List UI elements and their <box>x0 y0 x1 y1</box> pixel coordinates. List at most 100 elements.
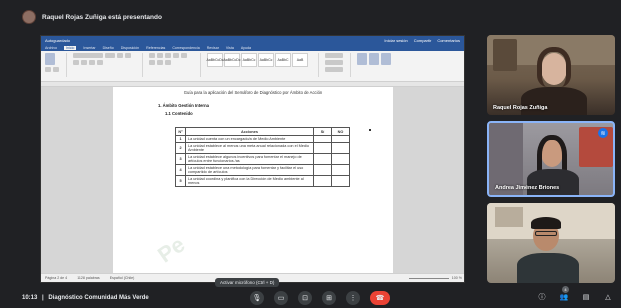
align-right-icon <box>157 60 163 65</box>
participant-body <box>527 169 579 195</box>
status-page: Página 2 de 4 <box>45 276 68 280</box>
paste-icon <box>45 53 55 65</box>
hangup-button[interactable]: ☎ <box>370 291 390 305</box>
menu-referencias: Referencias <box>146 45 166 50</box>
col-acciones: Acciones <box>185 127 314 136</box>
camera-button[interactable]: ▭ <box>274 291 288 305</box>
doc-section: 1. Ámbito Gestión Interna <box>158 103 209 108</box>
mic-button[interactable]: 🎙 <box>250 291 264 305</box>
row-si <box>313 135 332 143</box>
strike-icon <box>81 60 87 65</box>
activities-icon: △ <box>605 294 611 301</box>
row-no <box>331 135 350 143</box>
row-number: 3 <box>175 153 186 165</box>
find-icon <box>325 53 343 58</box>
word-autosave: Autoguardado <box>45 37 71 43</box>
style-heading1: AaBbCc <box>241 53 257 67</box>
ribbon-extra <box>357 53 397 77</box>
document-page: Guía para la aplicación del Semáforo de … <box>113 87 393 275</box>
ribbon-editing <box>325 53 351 77</box>
meeting-info: 10:13 | Diagnóstico Comunidad Más Verde <box>22 295 149 301</box>
presenter-bar: Raquel Rojas Zuñiga está presentando <box>22 8 162 26</box>
mic-icon: 🎙 <box>252 295 262 302</box>
participant-tile-active[interactable]: ≋ Andrea Jiménez Briones <box>487 121 615 197</box>
row-text: La unidad cuenta con un encargado/a de M… <box>185 135 314 143</box>
replace-icon <box>325 60 343 65</box>
ribbon-paragraph <box>149 53 201 77</box>
align-left-icon <box>181 53 187 58</box>
present-button[interactable]: ⊞ <box>322 291 336 305</box>
participant-tile[interactable] <box>487 203 615 283</box>
frame-shape <box>495 207 523 227</box>
doc-watermark: Pe <box>152 231 190 268</box>
status-lang: Español (Chile) <box>109 276 135 280</box>
row-si <box>313 142 332 154</box>
info-button[interactable]: ⓘ <box>536 291 548 303</box>
copy-icon <box>53 67 59 72</box>
captions-icon: ⊡ <box>302 295 308 302</box>
select-icon <box>325 67 343 72</box>
participant-hair <box>537 47 571 87</box>
document-area: Guía para la aplicación del Semáforo de … <box>41 87 464 275</box>
justify-icon <box>165 60 171 65</box>
col-si: Sí <box>313 127 332 136</box>
col-no: NO <box>331 127 350 136</box>
people-icon: 👥 <box>559 294 569 301</box>
table-row: 2 La unidad establece al menos una meta … <box>175 142 350 154</box>
highlight-icon <box>97 60 103 65</box>
info-icon: ⓘ <box>538 294 546 301</box>
meeting-title: Diagnóstico Comunidad Más Verde <box>48 295 149 301</box>
align-center-icon <box>149 60 155 65</box>
ribbon-styles: AaBbCcDc AaBbCcDc AaBbCc AaBbCc AaBbC Aa… <box>206 53 319 77</box>
word-comments: Comentarios <box>437 37 460 43</box>
zoom-slider <box>408 277 449 279</box>
ribbon-clipboard <box>45 53 67 77</box>
activities-button[interactable]: △ <box>602 291 614 303</box>
speaking-icon: ≋ <box>598 128 608 138</box>
cut-icon <box>45 67 51 72</box>
row-text: La unidad coordina y planifica con la Di… <box>185 175 314 187</box>
menu-revisar: Revisar <box>206 45 219 50</box>
chat-button[interactable]: ▤ <box>580 291 592 303</box>
underline-icon <box>73 60 79 65</box>
row-si <box>313 175 332 187</box>
table-row: 5 La unidad coordina y planifica con la … <box>175 175 350 187</box>
status-words: 1128 palabras <box>77 276 100 280</box>
participant-tile[interactable]: Raquel Rojas Zuñiga <box>487 35 615 115</box>
style-title: AaBbC <box>275 53 291 67</box>
table-row: 4 La unidad establece una metodología pa… <box>175 164 350 176</box>
word-title-bar: Autoguardado Iniciar sesión Compartir Co… <box>41 36 464 44</box>
table-header-row: N° Acciones Sí NO <box>175 127 350 136</box>
style-subtitle: AaB <box>292 53 308 67</box>
menu-inicio: Inicio <box>63 45 77 50</box>
meet-window: Raquel Rojas Zuñiga está presentando Aut… <box>0 0 621 308</box>
actions-table: N° Acciones Sí NO 1 La unidad cuenta con… <box>175 127 350 187</box>
participant-name: Andrea Jiménez Briones <box>495 185 560 191</box>
zoom-value: 100 % <box>451 276 462 280</box>
text-cursor <box>369 129 371 131</box>
meeting-time: 10:13 <box>22 295 38 301</box>
row-no <box>331 153 350 165</box>
captions-button[interactable]: ⊡ <box>298 291 312 305</box>
more-options-button[interactable]: ⋮ <box>346 291 360 305</box>
menu-archivo: Archivo <box>45 45 57 50</box>
menu-insertar: Insertar <box>83 45 96 50</box>
style-heading2: AaBbCc <box>258 53 274 67</box>
meeting-separator: | <box>42 295 44 301</box>
doc-subsection: 1.1 Contenido <box>165 111 193 116</box>
people-button[interactable]: 👥 <box>558 291 570 303</box>
bullets-icon <box>149 53 155 58</box>
row-number: 4 <box>175 164 186 176</box>
style-nospacing: AaBbCcDc <box>223 53 241 67</box>
present-icon: ⊞ <box>326 295 332 302</box>
right-controls: ⓘ 👥 ▤ △ <box>536 291 614 303</box>
mic-tooltip: Activar micrófono (Ctrl + D) <box>215 278 280 287</box>
font-name-box <box>73 53 103 58</box>
bold-icon <box>117 53 123 58</box>
row-number: 2 <box>175 142 186 154</box>
chat-icon: ▤ <box>582 294 590 301</box>
menu-ayuda: Ayuda <box>240 45 251 50</box>
word-share: Compartir <box>413 37 432 43</box>
table-row: 1 La unidad cuenta con un encargado/a de… <box>175 135 350 143</box>
menu-correspondencia: Correspondencia <box>172 45 200 50</box>
